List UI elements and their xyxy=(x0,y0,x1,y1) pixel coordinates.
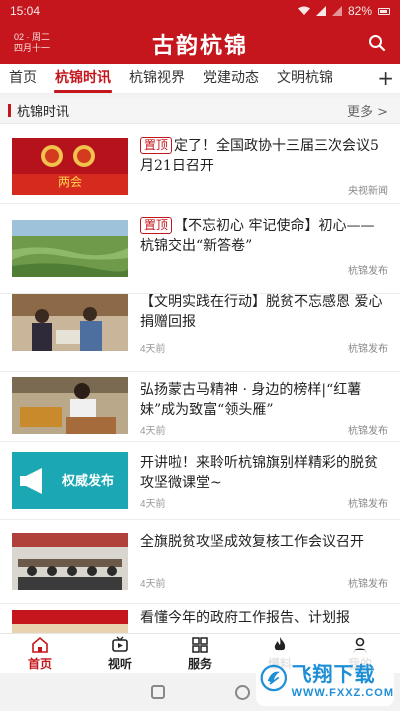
nav-media[interactable]: 视听 xyxy=(80,634,160,673)
news-thumbnail xyxy=(12,533,128,590)
news-source: 央视新闻 xyxy=(348,186,388,197)
news-headline: 全旗脱贫攻坚成效复核工作会议召开 xyxy=(140,534,364,550)
tab-hangjin-news[interactable]: 杭锦时讯 xyxy=(46,64,120,94)
tab-hangjin-vision[interactable]: 杭锦视界 xyxy=(120,64,194,94)
news-title: 【文明实践在行动】脱贫不忘感恩 爱心捐赠回报 xyxy=(140,292,388,332)
watermark-sub: WWW.FXXZ.COM xyxy=(291,686,394,699)
news-source: 杭锦发布 xyxy=(348,499,388,510)
news-title: 看懂今年的政府工作报告、计划报 xyxy=(140,608,388,628)
news-thumbnail xyxy=(12,220,128,277)
news-headline: 【文明实践在行动】脱贫不忘感恩 爱心捐赠回报 xyxy=(140,294,383,330)
watermark-main: 飞翔下载 xyxy=(291,663,376,686)
news-title: 开讲啦！来聆听杭锦旗别样精彩的脱贫攻坚微课堂~ xyxy=(140,453,388,493)
status-bar: 15:04 82% xyxy=(0,0,400,22)
status-time: 15:04 xyxy=(10,4,41,18)
section-header: 杭锦时讯 更多 > xyxy=(0,98,400,124)
nav-home[interactable]: 首页 xyxy=(0,634,80,673)
watermark: 飞翔下载 WWW.FXXZ.COM xyxy=(256,650,394,706)
app-header: 02 · 周二 四月十一 古韵杭锦 xyxy=(0,22,400,64)
tab-party-news[interactable]: 党建动态 xyxy=(194,64,268,94)
news-item[interactable]: 全旗脱贫攻坚成效复核工作会议召开 4天前 杭锦发布 xyxy=(0,520,400,604)
thumb-caption: 两会 xyxy=(58,175,82,189)
nav-media-label: 视听 xyxy=(107,656,132,671)
news-item[interactable]: 两会 置顶 定了！全国政协十三届三次会议5月21日召开 央视新闻 xyxy=(0,124,400,204)
news-headline: 【不忘初心 牢记使命】初心——杭锦交出“新答卷” xyxy=(140,218,375,254)
news-source: 杭锦发布 xyxy=(348,579,388,590)
recents-button[interactable] xyxy=(150,685,165,699)
news-time: 4天前 xyxy=(140,579,166,590)
section-title: 杭锦时讯 xyxy=(17,105,70,120)
more-link[interactable]: 更多 > xyxy=(347,101,388,120)
news-title: 置顶 定了！全国政协十三届三次会议5月21日召开 xyxy=(140,136,388,176)
news-thumbnail xyxy=(12,377,128,434)
news-item[interactable]: 置顶 【不忘初心 牢记使命】初心——杭锦交出“新答卷” 杭锦发布 xyxy=(0,204,400,294)
section-marker xyxy=(8,104,11,117)
nav-home-label: 首页 xyxy=(27,656,52,671)
news-title: 全旗脱贫攻坚成效复核工作会议召开 xyxy=(140,532,388,552)
tv-icon xyxy=(112,636,128,652)
news-headline: 定了！全国政协十三届三次会议5月21日召开 xyxy=(140,138,379,174)
news-source: 杭锦发布 xyxy=(348,344,388,355)
news-item[interactable]: 【文明实践在行动】脱贫不忘感恩 爱心捐赠回报 4天前 杭锦发布 xyxy=(0,294,400,372)
pinned-tag: 置顶 xyxy=(140,217,173,234)
news-headline: 开讲啦！来聆听杭锦旗别样精彩的脱贫攻坚微课堂~ xyxy=(140,455,378,491)
news-headline: 弘扬蒙古马精神 · 身边的榜样|“红薯妹”成为致富“领头雁” xyxy=(140,382,362,418)
pinned-tag: 置顶 xyxy=(140,137,173,154)
search-icon[interactable] xyxy=(368,34,386,52)
news-thumbnail: 权威发布 xyxy=(12,452,128,509)
grid-icon xyxy=(192,636,208,653)
battery-percent: 82% xyxy=(347,4,372,18)
home-icon xyxy=(32,636,48,653)
news-thumbnail xyxy=(12,610,128,633)
news-headline: 看懂今年的政府工作报告、计划报 xyxy=(140,610,350,626)
news-source: 杭锦发布 xyxy=(348,426,388,437)
news-time: 4天前 xyxy=(140,426,166,437)
battery-icon xyxy=(378,7,390,15)
add-tab-button[interactable]: + xyxy=(377,64,394,94)
news-source: 杭锦发布 xyxy=(348,266,388,277)
watermark-logo-icon xyxy=(260,664,288,692)
news-title: 置顶 【不忘初心 牢记使命】初心——杭锦交出“新答卷” xyxy=(140,216,388,256)
news-thumbnail xyxy=(12,294,128,351)
signal-x-icon xyxy=(331,6,342,16)
news-item[interactable]: 权威发布 开讲啦！来聆听杭锦旗别样精彩的脱贫攻坚微课堂~ 4天前 杭锦发布 xyxy=(0,442,400,520)
news-title: 弘扬蒙古马精神 · 身边的榜样|“红薯妹”成为致富“领头雁” xyxy=(140,380,388,420)
news-time: 4天前 xyxy=(140,499,166,510)
category-tabs: 首页 杭锦时讯 杭锦视界 党建动态 文明杭锦 xyxy=(0,64,400,94)
news-item[interactable]: 弘扬蒙古马精神 · 身边的榜样|“红薯妹”成为致富“领头雁” 4天前 杭锦发布 xyxy=(0,372,400,442)
tab-home[interactable]: 首页 xyxy=(0,64,46,94)
home-button[interactable] xyxy=(234,684,250,700)
thumb-caption: 权威发布 xyxy=(61,473,114,489)
watermark-text: 飞翔下载 WWW.FXXZ.COM xyxy=(292,658,394,699)
nav-services-label: 服务 xyxy=(187,656,212,671)
app-title: 古韵杭锦 xyxy=(151,33,248,59)
nav-services[interactable]: 服务 xyxy=(160,634,240,673)
news-time: 4天前 xyxy=(140,344,166,355)
status-icons: 82% xyxy=(297,4,390,18)
news-item[interactable]: 看懂今年的政府工作报告、计划报 xyxy=(0,604,400,633)
tab-civilization[interactable]: 文明杭锦 xyxy=(268,64,342,94)
news-thumbnail: 两会 xyxy=(12,138,128,195)
signal-icon xyxy=(315,6,326,16)
wifi-icon xyxy=(297,6,310,15)
